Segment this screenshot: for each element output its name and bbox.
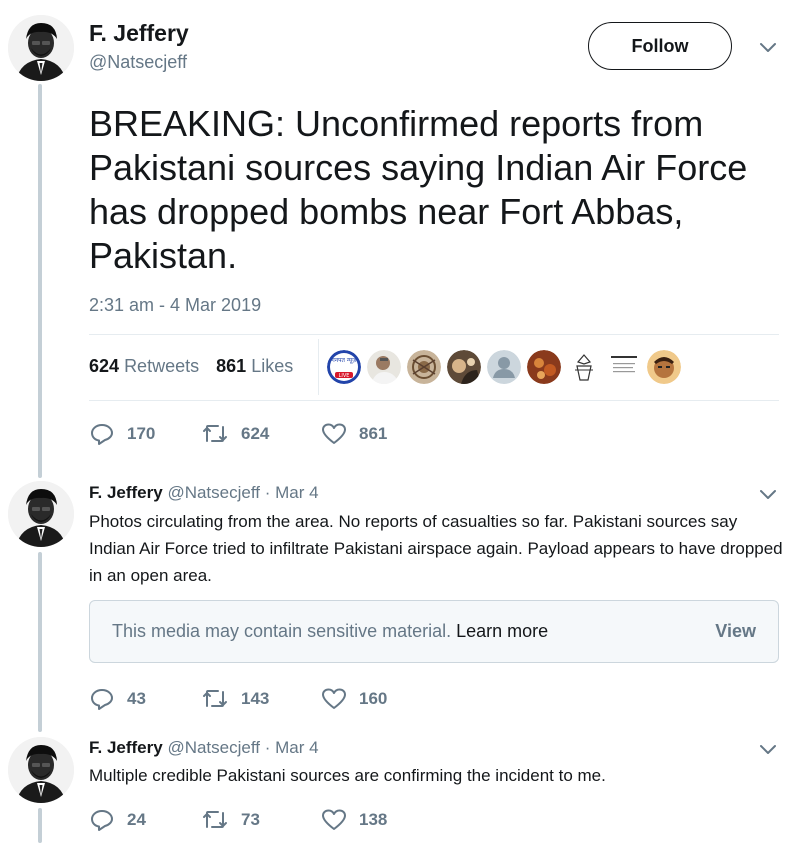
reply-header: F. Jeffery @Natsecjeff · Mar 4 xyxy=(89,738,319,758)
tweet-text: Photos circulating from the area. No rep… xyxy=(89,512,783,585)
like-count: 138 xyxy=(359,810,388,829)
retweet-button[interactable]: 143 xyxy=(201,687,321,711)
follow-button[interactable]: Follow xyxy=(588,22,732,70)
reply-button[interactable]: 170 xyxy=(89,422,201,446)
thread-line xyxy=(38,552,42,732)
tweet-actions: 170 624 861 xyxy=(89,422,387,446)
like-label: Likes xyxy=(251,356,294,376)
retweet-count: 624 xyxy=(241,424,270,443)
author-handle[interactable]: @Natsecjeff xyxy=(167,483,260,502)
liker-avatar[interactable]: गनपत न्यूज़ LIVE xyxy=(327,350,361,384)
retweet-button[interactable]: 624 xyxy=(201,422,321,446)
like-stat[interactable]: 861 Likes xyxy=(216,356,293,376)
liker-avatar[interactable] xyxy=(407,350,441,384)
thread-line xyxy=(38,84,42,478)
reply-count: 170 xyxy=(127,424,156,443)
sensitive-media-notice: This media may contain sensitive materia… xyxy=(89,600,779,663)
heart-icon xyxy=(322,688,346,709)
divider xyxy=(89,334,779,335)
tweet-text: Multiple credible Pakistani sources are … xyxy=(89,766,606,785)
reply-count: 24 xyxy=(127,810,146,829)
reply-icon xyxy=(91,689,113,710)
author-name[interactable]: F. Jeffery xyxy=(89,738,163,757)
liker-avatar[interactable] xyxy=(527,350,561,384)
tweet-date[interactable]: · Mar 4 xyxy=(265,738,319,757)
retweet-icon xyxy=(203,425,227,442)
like-count: 160 xyxy=(359,689,388,708)
liker-avatar[interactable] xyxy=(367,350,401,384)
learn-more-link[interactable]: Learn more xyxy=(456,621,548,642)
author-name[interactable]: F. Jeffery xyxy=(89,483,163,502)
chevron-down-icon[interactable] xyxy=(758,740,778,760)
tweet-actions: 43 143 160 xyxy=(89,687,387,711)
tweet-date[interactable]: · Mar 4 xyxy=(265,483,319,502)
retweet-icon xyxy=(203,690,227,707)
author-handle[interactable]: @Natsecjeff xyxy=(167,738,260,757)
retweet-button[interactable]: 73 xyxy=(201,808,321,832)
reply-button[interactable]: 24 xyxy=(89,808,201,832)
retweet-label: Retweets xyxy=(124,356,200,376)
retweet-icon xyxy=(203,811,227,828)
avatar[interactable] xyxy=(8,15,74,81)
liker-logo-text: गनपत न्यूज़ xyxy=(331,357,357,364)
liker-avatar[interactable] xyxy=(567,350,601,384)
retweet-count: 624 xyxy=(89,356,120,376)
liker-avatar[interactable] xyxy=(487,350,521,384)
heart-icon xyxy=(322,423,346,444)
chevron-down-icon[interactable] xyxy=(758,485,778,505)
like-count: 861 xyxy=(216,356,247,376)
avatar[interactable] xyxy=(8,737,74,803)
divider xyxy=(89,400,779,401)
author-name[interactable]: F. Jeffery xyxy=(89,20,189,47)
view-button[interactable]: View xyxy=(715,621,756,642)
thread-line xyxy=(38,808,42,843)
stats-separator xyxy=(318,339,319,395)
reply-icon xyxy=(91,424,113,445)
reply-button[interactable]: 43 xyxy=(89,687,201,711)
tweet-actions: 24 73 138 xyxy=(89,808,387,832)
tweet-text: BREAKING: Unconfirmed reports from Pakis… xyxy=(89,103,748,276)
reply-count: 43 xyxy=(127,689,146,708)
reply-header: F. Jeffery @Natsecjeff · Mar 4 xyxy=(89,483,319,503)
retweet-stat[interactable]: 624 Retweets xyxy=(89,356,199,376)
liker-avatar[interactable] xyxy=(647,350,681,384)
like-button[interactable]: 138 xyxy=(321,808,387,832)
liker-avatar[interactable] xyxy=(447,350,481,384)
author-handle[interactable]: @Natsecjeff xyxy=(89,52,187,73)
retweet-count: 143 xyxy=(241,689,270,708)
reply-icon xyxy=(91,810,113,831)
like-button[interactable]: 160 xyxy=(321,687,387,711)
like-count: 861 xyxy=(359,424,388,443)
chevron-down-icon[interactable] xyxy=(758,38,778,58)
sensitive-notice-text: This media may contain sensitive materia… xyxy=(112,621,452,641)
heart-icon xyxy=(322,809,346,830)
engagement-stats: 624 Retweets 861 Likes xyxy=(89,356,293,377)
avatar[interactable] xyxy=(8,481,74,547)
liker-logo-badge: LIVE xyxy=(339,373,350,379)
tweet-timestamp[interactable]: 2:31 am - 4 Mar 2019 xyxy=(89,295,261,316)
like-button[interactable]: 861 xyxy=(321,422,387,446)
liker-avatar[interactable] xyxy=(607,350,641,384)
retweet-count: 73 xyxy=(241,810,260,829)
